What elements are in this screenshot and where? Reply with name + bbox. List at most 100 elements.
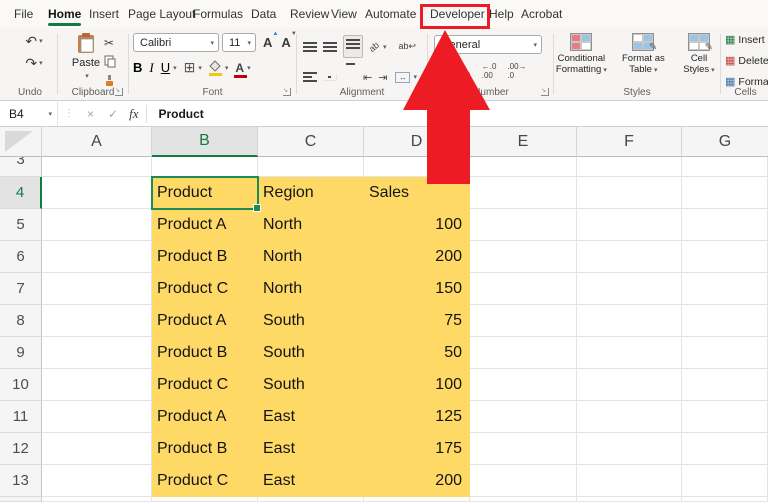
cell[interactable]: Product C — [152, 273, 258, 305]
column-header-g[interactable]: G — [682, 127, 768, 157]
name-box[interactable]: B4 ▾ — [0, 101, 58, 126]
cell[interactable] — [682, 305, 768, 337]
align-left-button[interactable] — [303, 70, 317, 84]
dialog-launcher-icon[interactable]: ↘ — [115, 88, 123, 96]
decrease-font-size-button[interactable]: A ▼ — [281, 31, 296, 50]
cell[interactable] — [258, 157, 364, 177]
tab-developer[interactable]: Developer — [430, 0, 485, 28]
cell[interactable] — [682, 241, 768, 273]
cell[interactable] — [577, 369, 682, 401]
cell[interactable] — [577, 465, 682, 497]
tab-formulas[interactable]: Formulas — [193, 0, 243, 28]
cell[interactable] — [577, 157, 682, 177]
cell[interactable]: Product A — [152, 401, 258, 433]
borders-button[interactable]: ⊞ — [184, 59, 196, 76]
cell[interactable] — [470, 337, 577, 369]
font-color-button[interactable]: A — [234, 61, 247, 78]
cell[interactable] — [470, 241, 577, 273]
cell[interactable] — [682, 369, 768, 401]
row-header[interactable]: 12 — [0, 433, 42, 465]
cell[interactable] — [470, 401, 577, 433]
row-header[interactable]: 10 — [0, 369, 42, 401]
cell[interactable]: Product B — [152, 337, 258, 369]
row-header[interactable] — [0, 497, 42, 502]
dialog-launcher-icon[interactable]: ↘ — [414, 88, 422, 96]
row-header[interactable]: 4 — [0, 177, 42, 209]
cell[interactable] — [258, 497, 364, 502]
cell[interactable] — [152, 157, 258, 177]
top-align-button[interactable] — [303, 40, 317, 54]
cell[interactable] — [42, 337, 152, 369]
cell[interactable]: North — [258, 209, 364, 241]
tab-data[interactable]: Data — [251, 0, 276, 28]
cell[interactable] — [470, 497, 577, 502]
cell[interactable] — [577, 209, 682, 241]
cell[interactable] — [152, 497, 258, 502]
cell[interactable] — [682, 337, 768, 369]
column-header-a[interactable]: A — [42, 127, 152, 157]
cell[interactable]: 200 — [364, 465, 470, 497]
cell[interactable]: Product C — [152, 369, 258, 401]
cell[interactable]: 100 — [364, 209, 470, 241]
cell[interactable]: Product A — [152, 209, 258, 241]
cell[interactable]: 175 — [364, 433, 470, 465]
cell[interactable] — [42, 433, 152, 465]
redo-button[interactable]: ↷ ▾ — [14, 54, 54, 72]
row-header[interactable]: 5 — [0, 209, 42, 241]
increase-indent-button[interactable]: ⇥ — [378, 71, 387, 84]
cell[interactable]: South — [258, 337, 364, 369]
cell[interactable] — [364, 497, 470, 502]
drag-handle-icon[interactable]: ⋮ — [58, 108, 80, 119]
increase-decimal-button[interactable]: ←.0.00 — [482, 62, 497, 80]
tab-insert[interactable]: Insert — [89, 0, 119, 28]
cell[interactable] — [470, 305, 577, 337]
cell[interactable] — [682, 401, 768, 433]
comma-style-button[interactable]: , — [467, 63, 471, 78]
row-header[interactable]: 13 — [0, 465, 42, 497]
row-header[interactable]: 11 — [0, 401, 42, 433]
number-format-select[interactable]: General ▾ — [434, 35, 542, 54]
cell[interactable] — [470, 433, 577, 465]
cell[interactable] — [682, 433, 768, 465]
select-all-button[interactable] — [0, 127, 42, 157]
cell[interactable]: North — [258, 273, 364, 305]
dialog-launcher-icon[interactable]: ↘ — [541, 88, 549, 96]
fill-color-button[interactable] — [208, 59, 222, 76]
cell[interactable]: Product B — [152, 241, 258, 273]
bold-button[interactable]: B — [133, 60, 142, 75]
cell[interactable] — [577, 177, 682, 209]
underline-button[interactable]: U — [161, 60, 170, 75]
cut-button[interactable]: ✂ — [104, 35, 114, 51]
cell[interactable]: South — [258, 369, 364, 401]
cell[interactable] — [682, 209, 768, 241]
align-center-button[interactable] — [323, 73, 337, 81]
dialog-launcher-icon[interactable]: ↘ — [283, 88, 291, 96]
copy-button[interactable] — [104, 53, 116, 69]
cell[interactable]: 200 — [364, 241, 470, 273]
cell[interactable] — [577, 305, 682, 337]
cell[interactable] — [470, 209, 577, 241]
cell[interactable] — [42, 273, 152, 305]
percent-style-button[interactable]: % — [444, 64, 456, 79]
cell[interactable]: Product C — [152, 465, 258, 497]
cell[interactable]: Product B — [152, 433, 258, 465]
tab-home[interactable]: Home — [48, 0, 82, 28]
insert-function-button[interactable]: fx — [125, 106, 146, 122]
cell[interactable] — [577, 433, 682, 465]
cell[interactable] — [470, 369, 577, 401]
tab-review[interactable]: Review — [290, 0, 329, 28]
formula-input[interactable]: Product — [158, 107, 203, 121]
font-size-select[interactable]: 11 ▾ — [222, 33, 256, 52]
cell[interactable] — [682, 177, 768, 209]
tab-view[interactable]: View — [331, 0, 357, 28]
row-header[interactable]: 3 — [0, 157, 42, 177]
column-header-e[interactable]: E — [470, 127, 577, 157]
row-header[interactable]: 6 — [0, 241, 42, 273]
delete-cells-button[interactable]: ▦Delete▾ — [725, 52, 768, 70]
cell[interactable] — [364, 157, 470, 177]
tab-page-layout[interactable]: Page Layout — [128, 0, 195, 28]
insert-cells-button[interactable]: ▦Insert▾ — [725, 31, 768, 49]
cell[interactable] — [42, 369, 152, 401]
column-header-d[interactable]: D — [364, 127, 470, 157]
cell[interactable] — [682, 273, 768, 305]
